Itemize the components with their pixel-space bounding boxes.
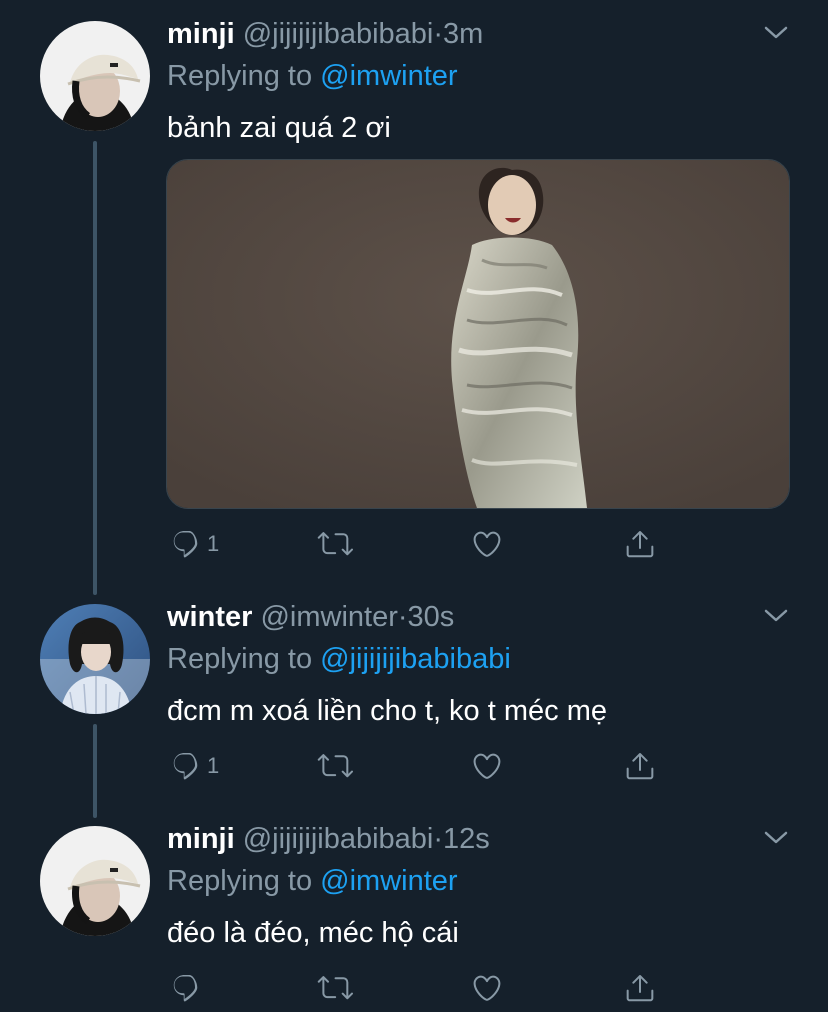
share-button[interactable]	[624, 524, 656, 564]
avatar-minji[interactable]	[40, 826, 150, 936]
share-button[interactable]	[624, 746, 656, 786]
tweet-1[interactable]: minji @jijijijibabibabi·3m Replying to @…	[0, 0, 828, 595]
retweet-button[interactable]	[317, 968, 353, 1008]
reply-icon	[173, 974, 198, 1002]
share-icon	[626, 975, 654, 1002]
reply-count: 1	[207, 531, 220, 556]
separator-dot: ·	[433, 823, 444, 855]
reply-icon	[173, 530, 198, 558]
tweet-actions: 1	[167, 746, 667, 786]
retweet-icon	[317, 532, 353, 556]
reply-button[interactable]: 1	[171, 746, 219, 786]
photo-image	[167, 160, 789, 508]
thread-line	[93, 724, 97, 818]
display-name[interactable]: winter	[167, 601, 252, 633]
retweet-icon	[317, 754, 353, 778]
like-button[interactable]	[470, 524, 504, 564]
avatar-minji-image	[40, 826, 150, 936]
tweet-text: bảnh zai quá 2 ơi	[167, 112, 391, 144]
tweet-text: đéo là đéo, méc hộ cái	[167, 917, 459, 949]
replying-prefix: Replying to	[167, 865, 313, 897]
replying-to: Replying to @imwinter	[167, 56, 458, 96]
display-name[interactable]: minji	[167, 823, 235, 855]
replying-to: Replying to @imwinter	[167, 861, 458, 901]
timestamp[interactable]: 3m	[443, 18, 483, 50]
like-icon	[473, 753, 501, 779]
chevron-down-icon[interactable]	[763, 607, 789, 625]
chevron-down-icon[interactable]	[763, 24, 789, 42]
retweet-icon	[317, 976, 353, 1000]
reply-icon	[173, 752, 198, 780]
separator-dot: ·	[397, 601, 408, 633]
like-icon	[473, 975, 501, 1001]
retweet-button[interactable]	[317, 746, 353, 786]
tweet-actions: 1	[167, 524, 667, 564]
tweet-2[interactable]: winter @imwinter·30s Replying to @jijiji…	[0, 583, 828, 818]
tweet-actions	[167, 968, 667, 1008]
avatar-minji[interactable]	[40, 21, 150, 131]
mention-link[interactable]: @jijijijibabibabi	[320, 643, 511, 675]
replying-prefix: Replying to	[167, 60, 313, 92]
tweet-header: minji @jijijijibabibabi·12s	[167, 819, 490, 859]
thread-line	[93, 141, 97, 595]
like-button[interactable]	[470, 746, 504, 786]
tweet-header: winter @imwinter·30s	[167, 597, 454, 637]
tweet-photo[interactable]	[166, 159, 790, 509]
mention-link[interactable]: @imwinter	[320, 865, 457, 897]
tweet-3[interactable]: minji @jijijijibabibabi·12s Replying to …	[0, 805, 828, 1012]
tweet-text: đcm m xoá liền cho t, ko t méc mẹ	[167, 695, 607, 727]
username[interactable]: @jijijijibabibabi	[243, 18, 434, 50]
reply-button[interactable]	[171, 968, 207, 1008]
reply-button[interactable]: 1	[171, 524, 219, 564]
timestamp[interactable]: 12s	[443, 823, 490, 855]
like-icon	[473, 531, 501, 557]
replying-prefix: Replying to	[167, 643, 313, 675]
avatar-winter-image	[40, 604, 150, 714]
reply-count: 1	[207, 753, 220, 778]
username[interactable]: @imwinter	[260, 601, 397, 633]
mention-link[interactable]: @imwinter	[320, 60, 457, 92]
share-icon	[626, 753, 654, 780]
like-button[interactable]	[470, 968, 504, 1008]
separator-dot: ·	[433, 18, 444, 50]
share-button[interactable]	[624, 968, 656, 1008]
username[interactable]: @jijijijibabibabi	[243, 823, 434, 855]
share-icon	[626, 531, 654, 558]
retweet-button[interactable]	[317, 524, 353, 564]
avatar-minji-image	[40, 21, 150, 131]
chevron-down-icon[interactable]	[763, 829, 789, 847]
replying-to: Replying to @jijijijibabibabi	[167, 639, 511, 679]
display-name[interactable]: minji	[167, 18, 235, 50]
timestamp[interactable]: 30s	[408, 601, 455, 633]
tweet-header: minji @jijijijibabibabi·3m	[167, 14, 483, 54]
avatar-winter[interactable]	[40, 604, 150, 714]
